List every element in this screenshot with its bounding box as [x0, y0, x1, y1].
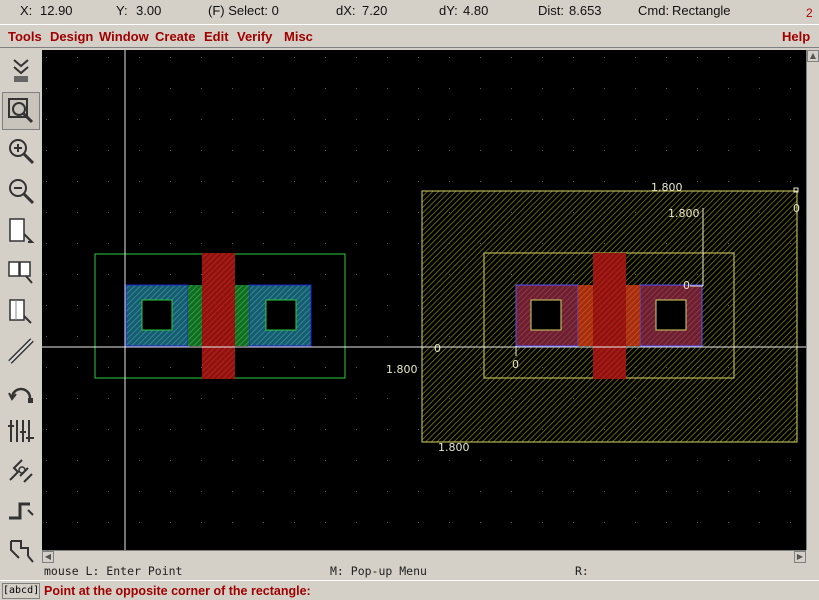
polygon-icon[interactable] — [2, 532, 40, 570]
mouse-left-hint: mouse L: Enter Point — [44, 564, 183, 578]
menu-help[interactable]: Help — [782, 29, 810, 44]
menu-verify[interactable]: Verify — [237, 29, 272, 44]
scroll-left-icon[interactable]: ◀ — [42, 551, 54, 563]
dim-label-zero-top-right: 0 — [793, 202, 800, 215]
window-number: 2 — [806, 6, 813, 20]
x-value: 12.90 — [40, 3, 73, 18]
ruler-icon[interactable] — [2, 332, 40, 370]
prompt-row: [abcd] Point at the opposite corner of t… — [0, 580, 819, 600]
ghost-contact-right — [655, 299, 687, 331]
select-count: (F) Select: 0 — [208, 3, 279, 18]
ghost-poly-gate — [593, 253, 626, 379]
menu-edit[interactable]: Edit — [204, 29, 229, 44]
x-label: X: — [20, 3, 33, 18]
path-icon[interactable] — [2, 492, 40, 530]
command-prompt: Point at the opposite corner of the rect… — [44, 584, 311, 598]
dx-value: 7.20 — [362, 3, 388, 18]
mouse-function-bar: mouse L: Enter Point M: Pop-up Menu R: — [42, 563, 819, 579]
y-label: Y: — [116, 3, 128, 18]
mouse-right-hint: R: — [575, 564, 589, 578]
ghost-contact-left — [530, 299, 562, 331]
layout-drawing: 1.800 1.800 0 0 0 1.800 0 1.800 — [42, 50, 806, 550]
dim-label-zero-center: 0 — [434, 342, 441, 355]
status-bar: X: 12.90 Y: 3.00 (F) Select: 0 dX: 7.20 … — [0, 0, 819, 22]
dist-label: Dist: — [538, 3, 564, 18]
select-box-icon[interactable] — [2, 212, 40, 250]
scroll-corner — [806, 550, 819, 563]
y-value: 3.00 — [136, 3, 162, 18]
save-icon[interactable] — [2, 52, 40, 90]
dy-label: dY: — [439, 3, 458, 18]
menu-bar: Tools Design Window Create Edit Verify M… — [0, 24, 819, 48]
dim-label-top-inner: 1.800 — [668, 207, 700, 220]
copy-icon[interactable] — [2, 252, 40, 290]
stretch-icon[interactable] — [2, 292, 40, 330]
menu-misc[interactable]: Misc — [284, 29, 313, 44]
menu-create[interactable]: Create — [155, 29, 195, 44]
contact-right — [265, 299, 297, 331]
dy-value: 4.80 — [463, 3, 489, 18]
scroll-up-icon[interactable]: ▲ — [807, 50, 819, 62]
poly-gate — [202, 253, 235, 379]
dim-label-zero-bottom: 0 — [512, 358, 519, 371]
zoom-in-icon[interactable] — [2, 132, 40, 170]
menu-window[interactable]: Window — [99, 29, 149, 44]
text-entry-button[interactable]: [abcd] — [2, 583, 40, 599]
menu-design[interactable]: Design — [50, 29, 93, 44]
menu-tools[interactable]: Tools — [8, 29, 42, 44]
dim-label-zero-inner: 0 — [683, 279, 690, 292]
dim-label-bottom: 1.800 — [438, 441, 470, 454]
toolbar — [0, 50, 42, 570]
contact-left — [141, 299, 173, 331]
mouse-middle-hint: M: Pop-up Menu — [330, 564, 427, 578]
dist-value: 8.653 — [569, 3, 602, 18]
align-icon[interactable] — [2, 412, 40, 450]
undo-icon[interactable] — [2, 372, 40, 410]
scroll-right-icon[interactable]: ▶ — [794, 551, 806, 563]
dim-label-left-mid: 1.800 — [386, 363, 418, 376]
vertical-scrollbar[interactable]: ▲ — [806, 50, 819, 550]
dx-label: dX: — [336, 3, 356, 18]
cmd-value: Rectangle — [672, 3, 731, 18]
zoom-out-icon[interactable] — [2, 172, 40, 210]
dim-label-top-width: 1.800 — [651, 181, 683, 194]
zoom-fit-icon[interactable] — [2, 92, 40, 130]
layout-canvas[interactable]: 1.800 1.800 0 0 0 1.800 0 1.800 — [42, 50, 806, 550]
route-icon[interactable] — [2, 452, 40, 490]
cmd-label: Cmd: — [638, 3, 670, 18]
horizontal-scrollbar[interactable]: ◀ ▶ — [42, 550, 806, 563]
